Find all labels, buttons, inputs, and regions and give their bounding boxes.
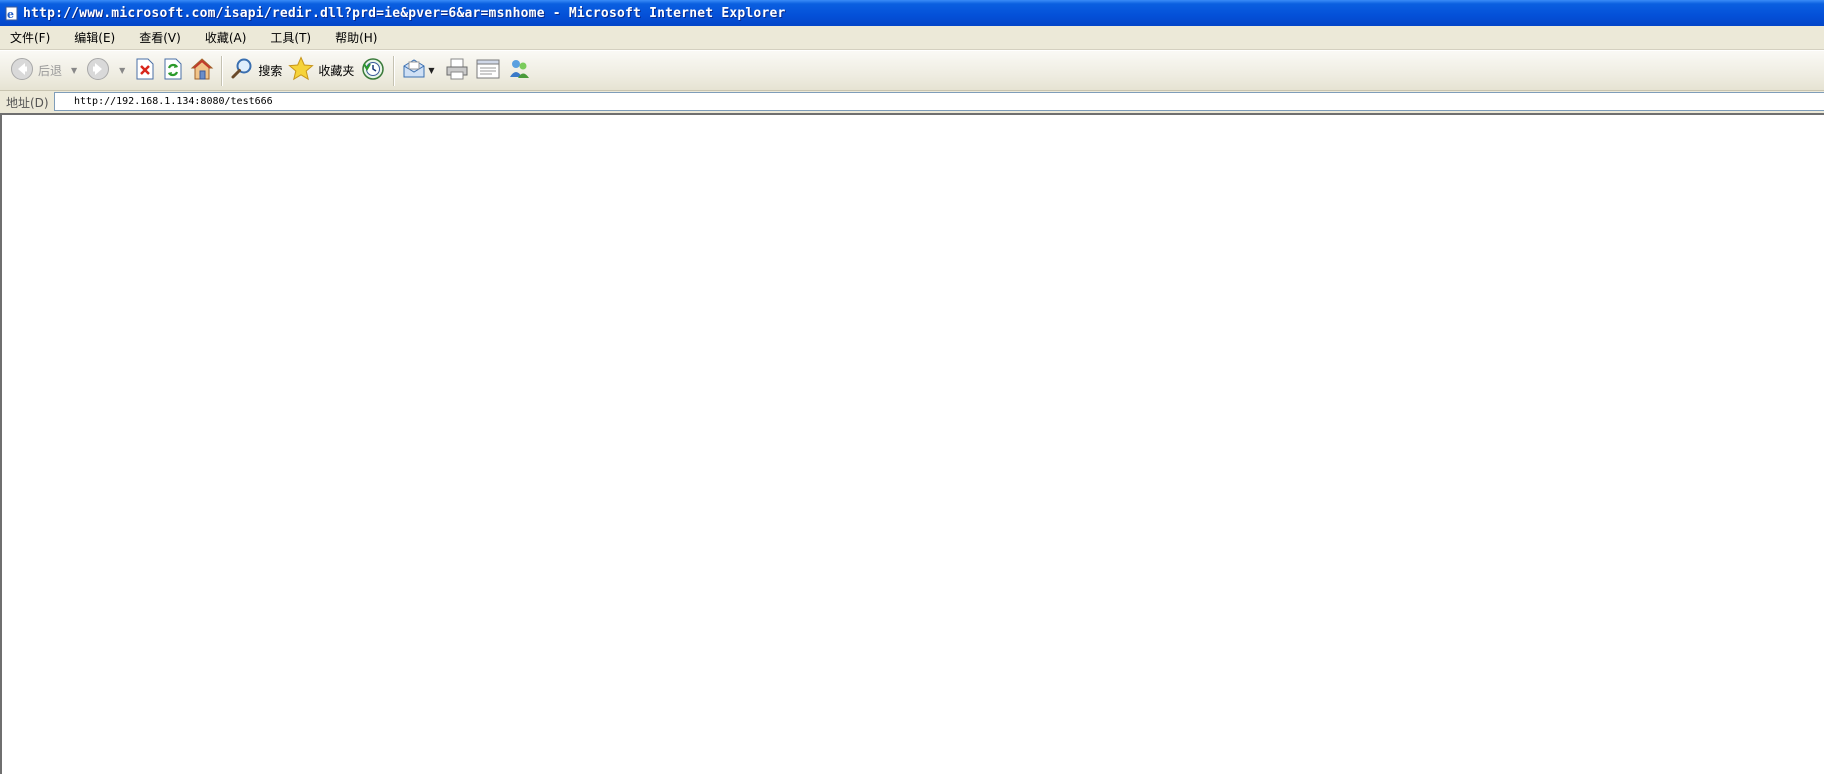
stop-icon <box>134 57 156 85</box>
edit-button[interactable] <box>472 54 504 88</box>
window-title: http://www.microsoft.com/isapi/redir.dll… <box>23 5 786 21</box>
search-button[interactable]: 搜索 <box>227 54 285 88</box>
print-icon <box>445 57 469 85</box>
history-icon <box>360 56 386 86</box>
menu-help[interactable]: 帮助(H) <box>329 28 383 48</box>
messenger-icon <box>507 57 531 85</box>
edit-icon <box>475 57 501 85</box>
address-bar: 地址(D) <box>0 91 1824 114</box>
forward-dropdown-icon[interactable]: ▼ <box>119 66 125 75</box>
toolbar-separator <box>393 55 396 86</box>
history-button[interactable] <box>357 54 389 88</box>
forward-arrow-icon <box>86 57 110 85</box>
favorites-button[interactable]: 收藏夹 <box>285 54 357 88</box>
refresh-button[interactable] <box>159 54 187 88</box>
address-label: 地址(D) <box>6 95 49 110</box>
menu-edit[interactable]: 编辑(E) <box>68 28 121 48</box>
menu-bar: 文件(F) 编辑(E) 查看(V) 收藏(A) 工具(T) 帮助(H) <box>0 26 1824 50</box>
mail-icon <box>402 57 426 85</box>
refresh-icon <box>162 57 184 85</box>
search-icon <box>230 57 254 85</box>
stop-button[interactable] <box>131 54 159 88</box>
back-arrow-icon <box>10 57 34 85</box>
favorites-label: 收藏夹 <box>318 64 355 78</box>
home-button[interactable] <box>187 54 217 88</box>
print-button[interactable] <box>442 54 472 88</box>
messenger-button[interactable] <box>504 54 534 88</box>
back-dropdown-icon[interactable]: ▼ <box>71 66 77 75</box>
ie-page-icon[interactable]: e <box>3 5 19 21</box>
menu-view[interactable]: 查看(V) <box>133 28 187 48</box>
address-input[interactable] <box>54 92 1824 111</box>
toolbar-separator <box>221 55 224 86</box>
menu-file[interactable]: 文件(F) <box>4 28 56 48</box>
page-content-area[interactable] <box>0 113 1824 774</box>
back-button[interactable]: 后退 <box>7 54 65 88</box>
back-label: 后退 <box>38 64 63 78</box>
svg-text:e: e <box>7 8 14 21</box>
menu-tools[interactable]: 工具(T) <box>264 28 317 48</box>
search-label: 搜索 <box>258 64 283 78</box>
mail-dropdown-icon[interactable]: ▼ <box>428 66 434 75</box>
standard-toolbar: 后退 ▼ ▼ 搜索 收藏夹 ▼ <box>0 51 1824 91</box>
menu-favorites[interactable]: 收藏(A) <box>199 28 253 48</box>
home-icon <box>190 57 214 85</box>
forward-button[interactable] <box>83 54 113 88</box>
mail-button[interactable]: ▼ <box>399 54 441 88</box>
title-bar[interactable]: e http://www.microsoft.com/isapi/redir.d… <box>0 0 1824 26</box>
favorites-star-icon <box>288 55 315 86</box>
